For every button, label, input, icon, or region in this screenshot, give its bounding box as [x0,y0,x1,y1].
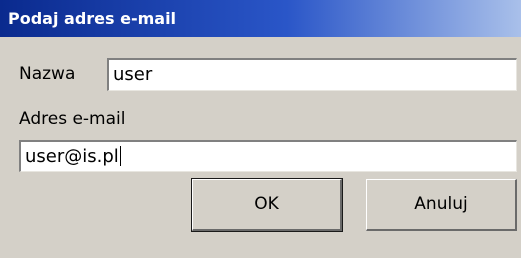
email-input[interactable]: user@is.pl [19,140,517,172]
email-input-value: user@is.pl [25,146,119,167]
email-dialog: Podaj adres e-mail Nazwa user Adres e-ma… [0,0,521,260]
name-label: Nazwa [19,64,76,84]
cancel-button-label: Anuluj [414,194,468,214]
dialog-body: Nazwa user Adres e-mail user@is.pl OK An… [0,37,521,258]
name-input-value: user [113,64,153,85]
text-caret [119,146,121,166]
dialog-title: Podaj adres e-mail [8,9,177,28]
email-label: Adres e-mail [19,109,126,129]
ok-button[interactable]: OK [191,178,343,232]
ok-button-label: OK [254,194,279,214]
name-input[interactable]: user [107,58,517,91]
title-bar[interactable]: Podaj adres e-mail [0,0,521,37]
cancel-button[interactable]: Anuluj [366,179,517,231]
